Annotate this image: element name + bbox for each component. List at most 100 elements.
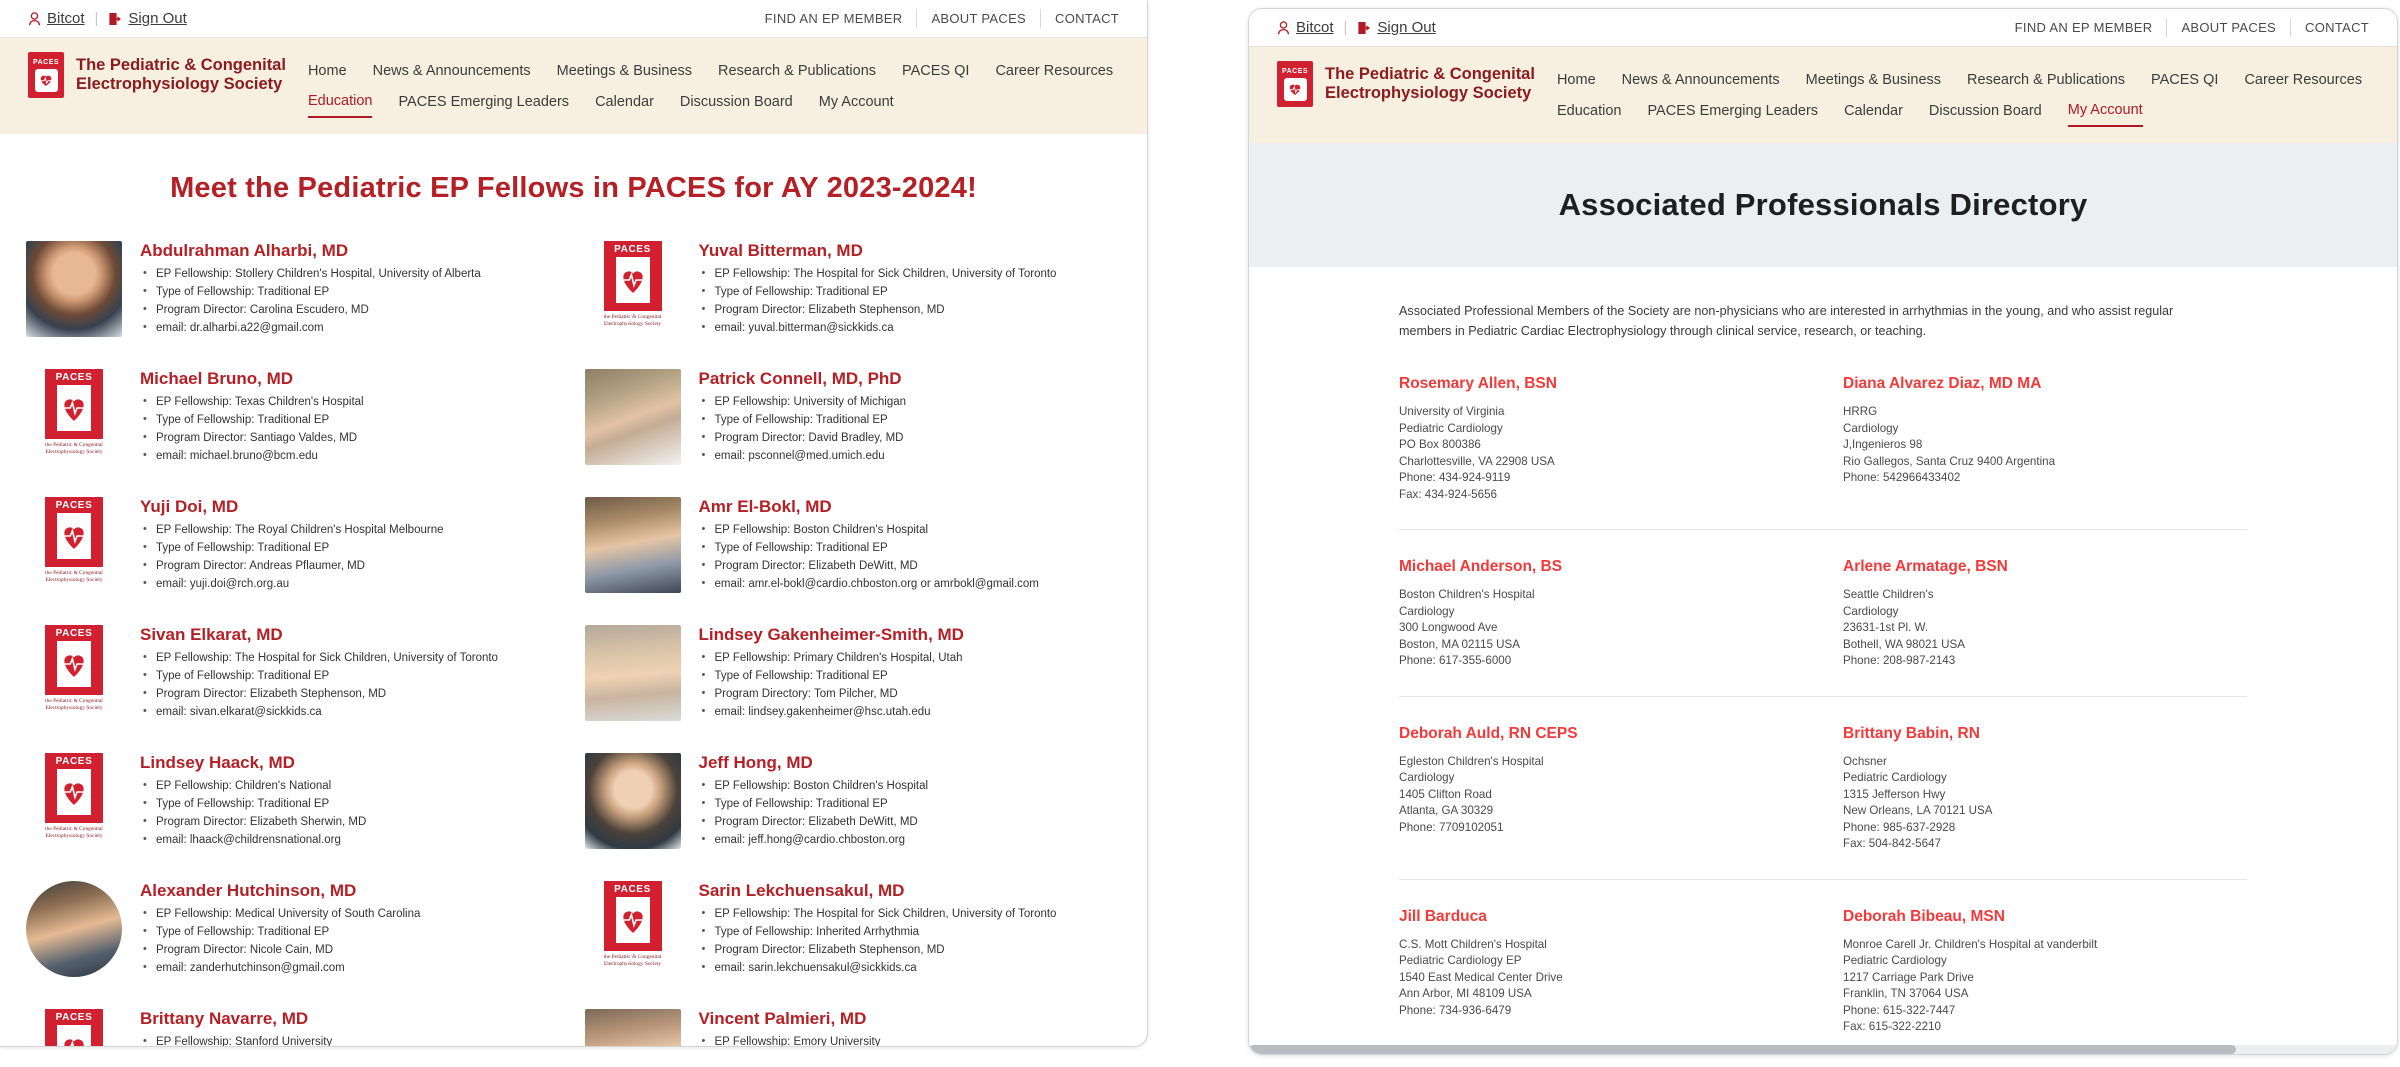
nav-item-my-account[interactable]: My Account bbox=[2067, 95, 2143, 127]
directory-entry-name[interactable]: Arlene Armatage, BSN bbox=[1843, 558, 2247, 576]
nav-item-paces-qi[interactable]: PACES QI bbox=[902, 56, 969, 86]
nav-item-calendar[interactable]: Calendar bbox=[1844, 96, 1903, 126]
nav-item-research-publications[interactable]: Research & Publications bbox=[1967, 65, 2125, 95]
nav-item-discussion-board[interactable]: Discussion Board bbox=[1929, 96, 2042, 126]
utility-link-contact[interactable]: CONTACT bbox=[2291, 18, 2373, 37]
paces-logo-caption: the Pediatric & Congenital Electrophysiol… bbox=[45, 570, 103, 583]
fellow-detail-item: email: sarin.lekchuensakul@sickkids.ca bbox=[699, 960, 1130, 977]
paces-logo-icon: PACES bbox=[45, 497, 103, 567]
directory-entry-line: Phone: 617-355-6000 bbox=[1399, 654, 1512, 667]
fellow-name: Jeff Hong, MD bbox=[698, 753, 813, 772]
directory-entry: Rosemary Allen, BSN University of Virgini… bbox=[1399, 375, 1803, 503]
paces-logo-caption: the Pediatric & Congenital Electrophysiol… bbox=[45, 826, 103, 839]
fellow-info: Yuval Bitterman, MD EP Fellowship: The Ho… bbox=[699, 241, 1130, 339]
paces-placeholder-photo: PACES the Pediatric & CongenitalElectroph… bbox=[26, 497, 122, 593]
utility-link-find-ep-member[interactable]: FIND AN EP MEMBER bbox=[2001, 18, 2168, 37]
directory-entry-line: New Orleans, LA 70121 USA bbox=[1843, 804, 1993, 817]
site-brand-right[interactable]: PACES The Pediatric & Congenital Electro… bbox=[1277, 61, 1535, 107]
directory-entry-name[interactable]: Diana Alvarez Diaz, MD MA bbox=[1843, 375, 2247, 393]
fellow-card: PACESthe Pediatric & CongenitalElectroph… bbox=[26, 1003, 571, 1046]
account-link-left[interactable]: Bitcot bbox=[28, 10, 85, 27]
fellow-card: PACESthe Pediatric & CongenitalElectroph… bbox=[584, 875, 1130, 1003]
fellow-info: Brittany Navarre, MD EP Fellowship: Stanf… bbox=[140, 1009, 571, 1046]
fellow-detail-item: Type of Fellowship: Traditional EP bbox=[699, 412, 1130, 429]
utility-link-find-ep-member[interactable]: FIND AN EP MEMBER bbox=[751, 9, 918, 28]
nav-item-news-announcements[interactable]: News & Announcements bbox=[373, 56, 531, 86]
directory-entry-name[interactable]: Deborah Auld, RN CEPS bbox=[1399, 725, 1803, 743]
scrollbar-thumb[interactable] bbox=[1249, 1045, 2237, 1054]
nav-item-paces-emerging-leaders[interactable]: PACES Emerging Leaders bbox=[1647, 96, 1818, 126]
fellow-photo bbox=[584, 497, 681, 593]
directory-entry-line: PO Box 800386 bbox=[1399, 438, 1481, 451]
directory-entry-details: Ochsner Pediatric Cardiology 1315 Jefferso… bbox=[1843, 754, 2247, 853]
nav-item-career-resources[interactable]: Career Resources bbox=[2244, 65, 2362, 95]
nav-item-meetings-business[interactable]: Meetings & Business bbox=[1806, 65, 1941, 95]
directory-entry-line: Phone: 542966433402 bbox=[1843, 471, 1961, 484]
nav-item-research-publications[interactable]: Research & Publications bbox=[718, 56, 876, 86]
fellow-detail-item: Type of Fellowship: Traditional EP bbox=[699, 540, 1130, 557]
brand-name-right: The Pediatric & Congenital Electrophysio… bbox=[1325, 65, 1535, 103]
directory-entry: Arlene Armatage, BSN Seattle Children's Ca… bbox=[1843, 558, 2247, 670]
directory-entry-line: 1217 Carriage Park Drive bbox=[1843, 970, 1974, 984]
fellow-detail-item: Program Director: Elizabeth Stephenson, … bbox=[699, 942, 1130, 959]
utility-link-about-paces[interactable]: ABOUT PACES bbox=[2167, 18, 2292, 37]
fellow-photo bbox=[584, 369, 681, 465]
fellow-detail-list: EP Fellowship: Medical University of Sou… bbox=[140, 906, 571, 977]
fellow-card: PACESthe Pediatric & CongenitalElectroph… bbox=[26, 619, 571, 747]
nav-item-my-account[interactable]: My Account bbox=[819, 87, 894, 117]
directory-entry-name[interactable]: Jill Barduca bbox=[1399, 908, 1803, 926]
directory-entry-line: Phone: 615-322-7447 bbox=[1843, 1003, 1956, 1017]
fellow-card: PACES the Pediatric & CongenitalElectroph… bbox=[26, 491, 571, 619]
sign-out-link-left[interactable]: Sign Out bbox=[108, 10, 187, 27]
fellow-detail-item: email: psconnel@med.umich.edu bbox=[699, 448, 1130, 465]
directory-entry-line: Cardiology bbox=[1843, 604, 1899, 618]
site-brand-left[interactable]: PACES The Pediatric & Congenital Electro… bbox=[28, 52, 286, 98]
directory-entry-details: University of Virginia Pediatric Cardiolo… bbox=[1399, 404, 1803, 503]
directory-row: Jill Barduca C.S. Mott Children's Hospita… bbox=[1399, 908, 2247, 1055]
account-link-right[interactable]: Bitcot bbox=[1277, 19, 1334, 36]
fellow-name: Sarin Lekchuensakul, MD bbox=[698, 881, 905, 900]
fellow-card: Vincent Palmieri, MD EP Fellowship: Emory… bbox=[584, 1003, 1130, 1046]
nav-item-paces-qi[interactable]: PACES QI bbox=[2151, 65, 2218, 95]
fellow-detail-item: EP Fellowship: The Hospital for Sick Chi… bbox=[699, 906, 1130, 923]
directory-entry-name[interactable]: Michael Anderson, BS bbox=[1399, 558, 1803, 576]
fellow-detail-item: Program Director: Elizabeth Stephenson, … bbox=[140, 686, 571, 703]
directory-entry: Diana Alvarez Diaz, MD MA HRRG Cardiology J… bbox=[1843, 375, 2247, 503]
directory-row: Deborah Auld, RN CEPS Egleston Children's… bbox=[1399, 725, 2247, 880]
utility-link-about-paces[interactable]: ABOUT PACES bbox=[917, 9, 1042, 28]
directory-entry-name[interactable]: Brittany Babin, RN bbox=[1843, 725, 2247, 743]
sign-out-link-right[interactable]: Sign Out bbox=[1357, 19, 1436, 36]
directory-entry-name[interactable]: Deborah Bibeau, MSN bbox=[1843, 908, 2247, 926]
fellow-detail-item: Type of Fellowship: Traditional EP bbox=[140, 796, 571, 813]
nav-item-education[interactable]: Education bbox=[1557, 96, 1622, 126]
fellow-detail-item: email: yuval.bitterman@sickkids.ca bbox=[699, 320, 1130, 337]
directory-entry-line: Pediatric Cardiology bbox=[1399, 421, 1503, 435]
directory-entry-name[interactable]: Rosemary Allen, BSN bbox=[1399, 375, 1803, 393]
directory-intro-text: Associated Professional Members of the S… bbox=[1399, 304, 2174, 338]
fellow-detail-item: Type of Fellowship: Traditional EP bbox=[140, 540, 571, 557]
user-icon bbox=[28, 11, 41, 26]
utility-link-contact[interactable]: CONTACT bbox=[1041, 9, 1123, 28]
nav-item-home[interactable]: Home bbox=[308, 56, 347, 86]
horizontal-scrollbar[interactable] bbox=[1249, 1045, 2397, 1054]
nav-item-career-resources[interactable]: Career Resources bbox=[995, 56, 1113, 86]
nav-item-education[interactable]: Education bbox=[307, 86, 373, 118]
brand-line-2: Electrophysiology Society bbox=[1325, 84, 1532, 102]
directory-entry-details: Monroe Carell Jr. Children's Hospital at… bbox=[1843, 937, 2247, 1036]
heart-icon bbox=[57, 641, 91, 687]
directory-entry-line: Fax: 615-322-2210 bbox=[1843, 1020, 1941, 1033]
fellow-name: Brittany Navarre, MD bbox=[140, 1009, 309, 1028]
heart-icon bbox=[615, 257, 650, 303]
nav-item-calendar[interactable]: Calendar bbox=[595, 87, 654, 117]
utility-separator: | bbox=[1343, 19, 1348, 36]
nav-item-news-announcements[interactable]: News & Announcements bbox=[1622, 65, 1780, 95]
main-navbar-right: PACES The Pediatric & Congenital Electro… bbox=[1249, 47, 2397, 143]
fellow-name: Sivan Elkarat, MD bbox=[140, 625, 283, 644]
directory-entry-line: Ann Arbor, MI 48109 USA bbox=[1399, 987, 1532, 1000]
nav-item-paces-emerging-leaders[interactable]: PACES Emerging Leaders bbox=[398, 87, 569, 117]
nav-item-meetings-business[interactable]: Meetings & Business bbox=[557, 56, 692, 86]
fellow-name: Vincent Palmieri, MD bbox=[698, 1009, 867, 1028]
nav-item-discussion-board[interactable]: Discussion Board bbox=[680, 87, 793, 117]
nav-item-home[interactable]: Home bbox=[1557, 65, 1596, 95]
account-name-label: Bitcot bbox=[47, 10, 85, 27]
